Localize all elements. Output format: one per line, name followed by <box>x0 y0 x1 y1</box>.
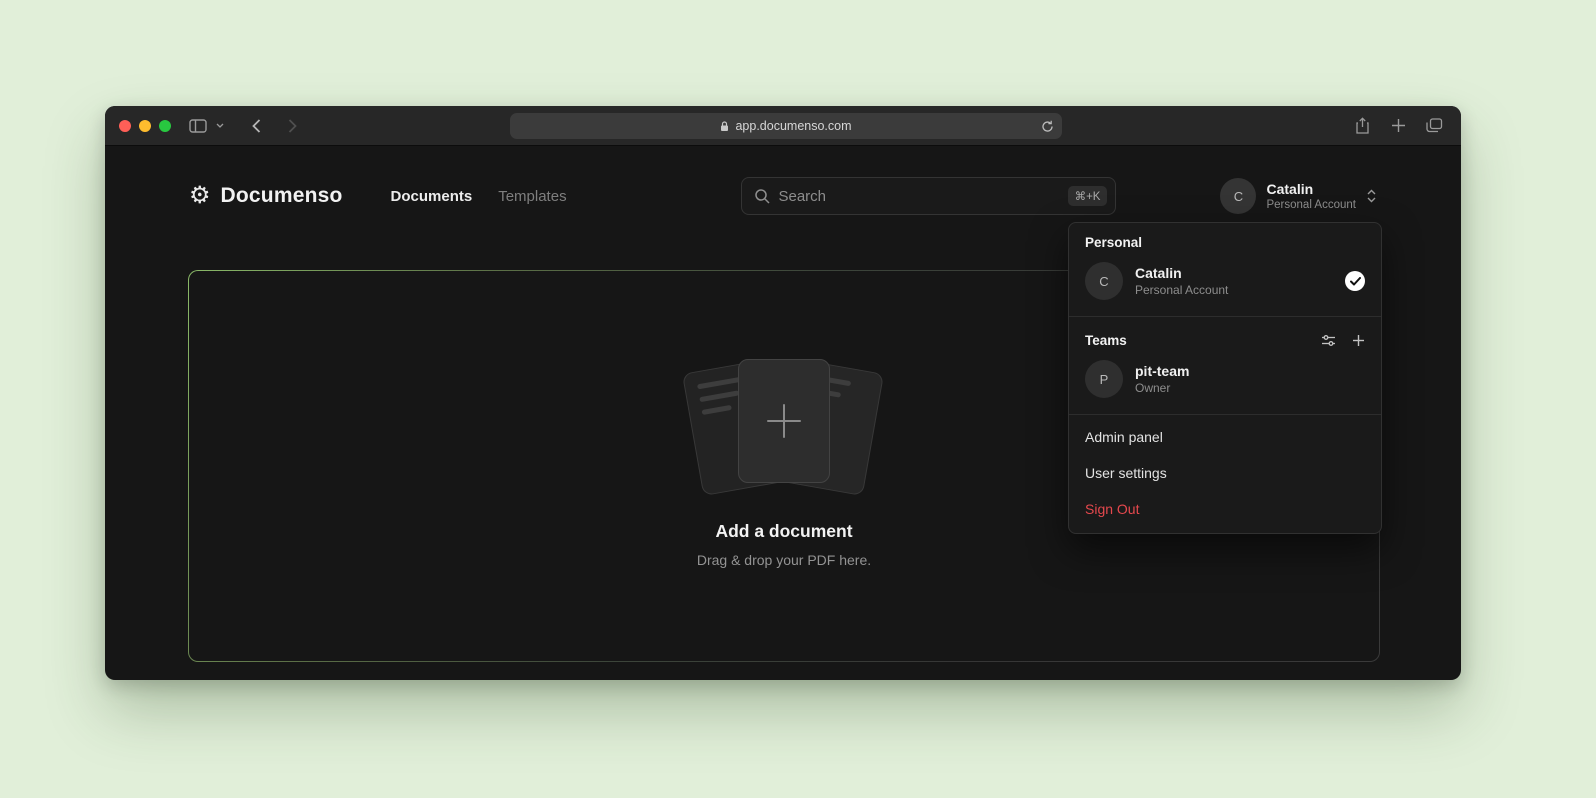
manage-teams-icon[interactable] <box>1321 334 1336 347</box>
menu-divider <box>1069 316 1381 317</box>
brand[interactable]: ⚙ Documenso <box>189 184 343 208</box>
plus-icon <box>767 404 801 438</box>
menu-item-user-settings[interactable]: User settings <box>1069 455 1381 491</box>
account-menu-trigger[interactable]: C Catalin Personal Account <box>1220 178 1377 214</box>
back-button[interactable] <box>243 113 269 139</box>
account-dropdown-menu: Personal C Catalin Personal Account Team… <box>1068 222 1382 534</box>
selected-check-icon <box>1345 271 1365 291</box>
sidebar-toggle-icon[interactable] <box>185 113 211 139</box>
account-name: Catalin <box>1266 181 1356 197</box>
personal-heading: Personal <box>1085 235 1365 250</box>
account-subtitle: Personal Account <box>1266 199 1356 211</box>
personal-account-item[interactable]: C Catalin Personal Account <box>1085 262 1365 300</box>
search-shortcut-badge: ⌘+K <box>1068 186 1108 206</box>
personal-avatar: C <box>1085 262 1123 300</box>
tab-overview-icon[interactable] <box>1421 113 1447 139</box>
close-window-button[interactable] <box>119 120 131 132</box>
window-controls <box>119 120 171 132</box>
search-input[interactable] <box>778 188 1059 205</box>
dropzone-subtitle: Drag & drop your PDF here. <box>697 552 871 568</box>
address-text: app.documenso.com <box>735 119 851 133</box>
zoom-window-button[interactable] <box>159 120 171 132</box>
browser-window: app.documenso.com <box>105 106 1461 680</box>
forward-button[interactable] <box>279 113 305 139</box>
reload-icon[interactable] <box>1038 117 1056 135</box>
chevron-up-down-icon <box>1366 188 1377 204</box>
sidebar-chevron-down-icon[interactable] <box>213 113 227 139</box>
team-avatar: P <box>1085 360 1123 398</box>
menu-divider <box>1069 414 1381 415</box>
nav-documents[interactable]: Documents <box>391 188 473 205</box>
minimize-window-button[interactable] <box>139 120 151 132</box>
search-icon <box>754 188 770 204</box>
new-tab-icon[interactable] <box>1385 113 1411 139</box>
menu-item-sign-out[interactable]: Sign Out <box>1069 491 1381 527</box>
address-bar[interactable]: app.documenso.com <box>510 113 1062 139</box>
documenso-logo-icon: ⚙ <box>189 184 211 208</box>
brand-name: Documenso <box>221 184 343 208</box>
documents-illustration <box>654 359 914 493</box>
search-box[interactable]: ⌘+K <box>741 177 1116 215</box>
team-role: Owner <box>1135 381 1189 395</box>
menu-item-admin-panel[interactable]: Admin panel <box>1069 419 1381 455</box>
personal-subtitle: Personal Account <box>1135 283 1228 297</box>
personal-name: Catalin <box>1135 265 1228 281</box>
primary-nav: Documents Templates <box>391 188 567 205</box>
team-item[interactable]: P pit-team Owner <box>1085 360 1365 398</box>
dropzone-title: Add a document <box>715 521 852 542</box>
share-icon[interactable] <box>1349 113 1375 139</box>
teams-heading: Teams <box>1085 333 1127 348</box>
team-name: pit-team <box>1135 363 1189 379</box>
document-card-front <box>738 359 830 483</box>
nav-templates[interactable]: Templates <box>498 188 566 205</box>
add-team-icon[interactable] <box>1352 334 1365 347</box>
account-avatar: C <box>1220 178 1256 214</box>
browser-titlebar: app.documenso.com <box>105 106 1461 146</box>
lock-icon <box>720 121 729 132</box>
